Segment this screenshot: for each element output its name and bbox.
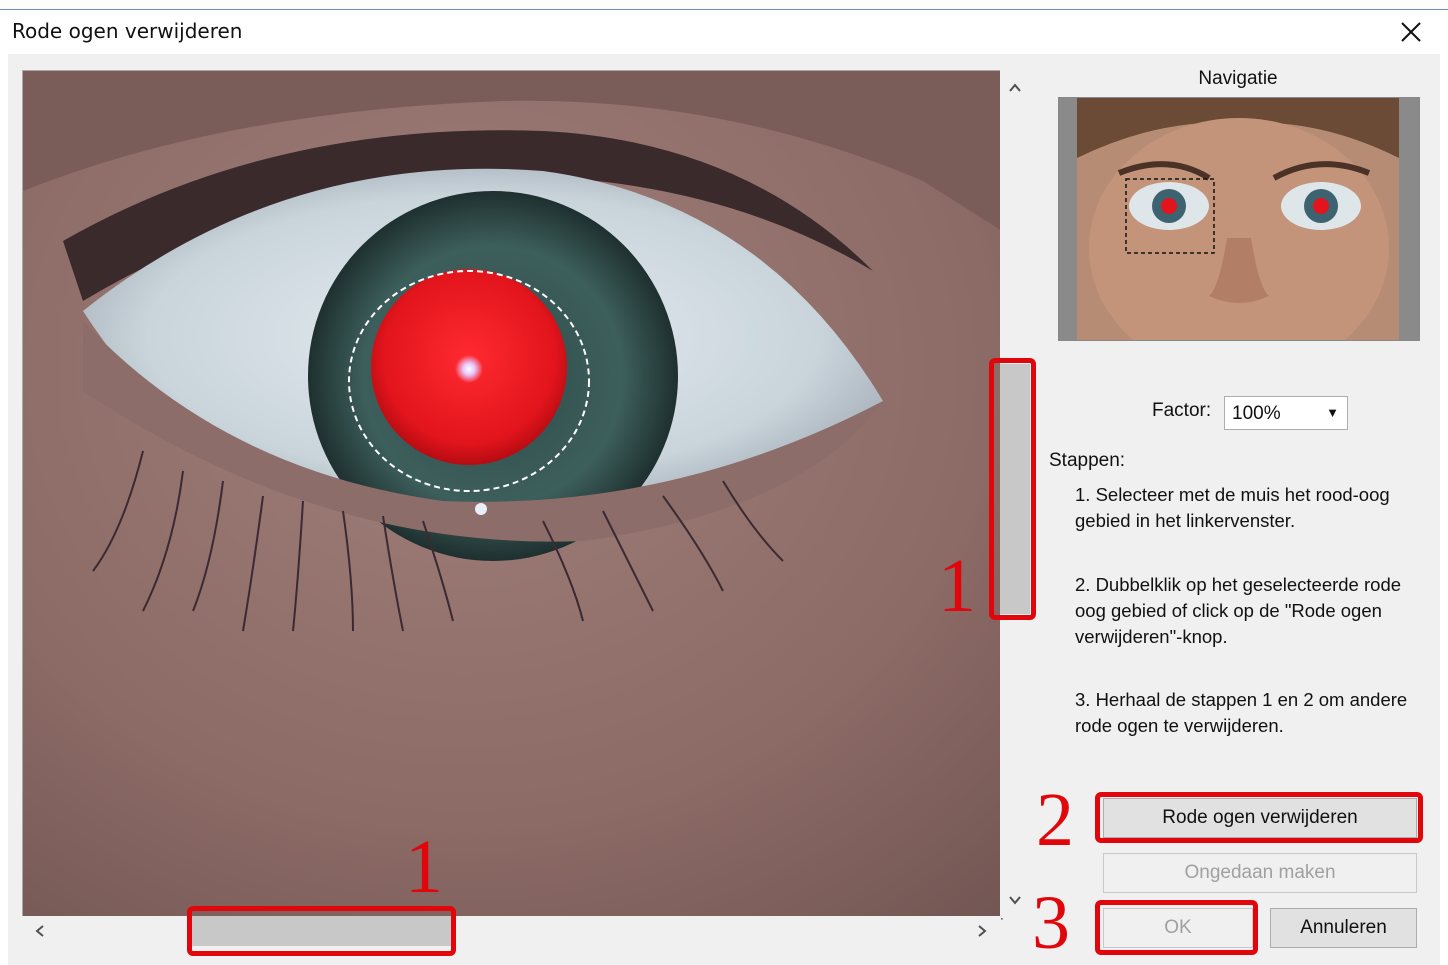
annotation-number-vertical-scroll: 1	[938, 544, 976, 628]
annotation-number-remove-button: 2	[1036, 778, 1074, 862]
factor-label: Factor:	[1152, 400, 1212, 421]
window-title: Rode ogen verwijderen	[12, 19, 243, 43]
chevron-left-icon	[35, 925, 44, 937]
step-1-text: 1. Selecteer met de muis het rood-oog ge…	[1075, 484, 1390, 531]
ok-button[interactable]: OK	[1103, 908, 1253, 948]
annotation-number-horizontal-scroll: 1	[405, 825, 443, 909]
dropdown-arrow-icon: ▼	[1326, 405, 1339, 420]
chevron-up-icon	[1009, 83, 1021, 92]
eye-photo[interactable]	[23, 71, 1002, 919]
vertical-scroll-thumb[interactable]	[1000, 364, 1030, 614]
scroll-down-button[interactable]	[1003, 888, 1027, 912]
factor-dropdown[interactable]: 100% ▼	[1224, 396, 1348, 430]
face-thumbnail[interactable]	[1059, 98, 1419, 340]
close-button[interactable]	[1388, 14, 1434, 50]
close-icon	[1401, 22, 1421, 42]
steps-heading: Stappen:	[1049, 450, 1126, 471]
navigation-label: Navigatie	[1198, 68, 1278, 89]
window-top-edge	[0, 0, 1448, 10]
remove-red-eyes-button[interactable]: Rode ogen verwijderen	[1103, 798, 1417, 838]
navigation-preview[interactable]	[1058, 97, 1420, 341]
cancel-button[interactable]: Annuleren	[1270, 908, 1417, 948]
chevron-right-icon	[978, 925, 987, 937]
undo-button[interactable]: Ongedaan maken	[1103, 853, 1417, 893]
step-2-text: 2. Dubbelklik op het geselecteerde rode …	[1075, 574, 1402, 647]
scroll-up-button[interactable]	[1003, 76, 1027, 100]
scroll-left-button[interactable]	[28, 919, 52, 943]
title-bar: Rode ogen verwijderen	[0, 10, 1448, 54]
factor-selected-value: 100%	[1232, 403, 1281, 424]
annotation-number-ok-button: 3	[1032, 881, 1070, 965]
photo-panel[interactable]	[22, 70, 1003, 920]
scroll-right-button[interactable]	[970, 919, 994, 943]
horizontal-scroll-thumb[interactable]	[192, 916, 452, 946]
dialog-window: Rode ogen verwijderen Navigatie Factor: …	[0, 0, 1448, 965]
chevron-down-icon	[1009, 896, 1021, 905]
horizontal-scrollbar[interactable]	[22, 916, 1001, 946]
vertical-scrollbar[interactable]	[1000, 70, 1030, 918]
step-3-text: 3. Herhaal de stappen 1 en 2 om andere r…	[1075, 689, 1408, 736]
